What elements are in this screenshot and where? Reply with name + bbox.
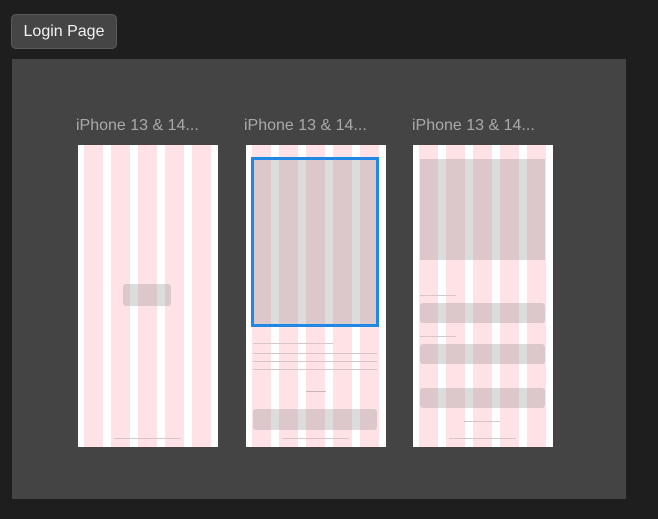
primary-button-placeholder — [253, 409, 377, 430]
field-label-line — [420, 336, 456, 337]
pagination-dots — [306, 391, 326, 392]
field-label-line — [420, 295, 456, 296]
frame-3[interactable] — [413, 145, 553, 447]
section-title: Login Page — [23, 22, 105, 40]
input-placeholder — [420, 344, 545, 364]
text-line — [253, 343, 333, 344]
grid-column — [192, 145, 211, 447]
button-placeholder — [420, 388, 545, 408]
frame-1[interactable] — [78, 145, 218, 447]
text-line — [253, 353, 377, 354]
grid-column — [84, 145, 103, 447]
selection-outline[interactable] — [251, 157, 379, 327]
section-login-page[interactable]: iPhone 13 & 14... iPhone 13 & 14... iPho… — [12, 59, 626, 499]
image-placeholder — [420, 159, 545, 260]
home-indicator — [449, 438, 516, 439]
frame-label-2[interactable]: iPhone 13 & 14... — [244, 117, 384, 135]
input-placeholder — [420, 303, 545, 323]
frame-label-3[interactable]: iPhone 13 & 14... — [412, 117, 552, 135]
placeholder-logo — [123, 284, 171, 306]
text-line — [253, 361, 377, 362]
frame-label-1[interactable]: iPhone 13 & 14... — [76, 117, 216, 135]
link-line — [464, 421, 500, 422]
home-indicator — [282, 438, 349, 439]
home-indicator — [114, 438, 181, 439]
frame-2[interactable] — [246, 145, 386, 447]
section-title-tab[interactable]: Login Page — [11, 14, 117, 49]
text-line — [253, 369, 377, 370]
